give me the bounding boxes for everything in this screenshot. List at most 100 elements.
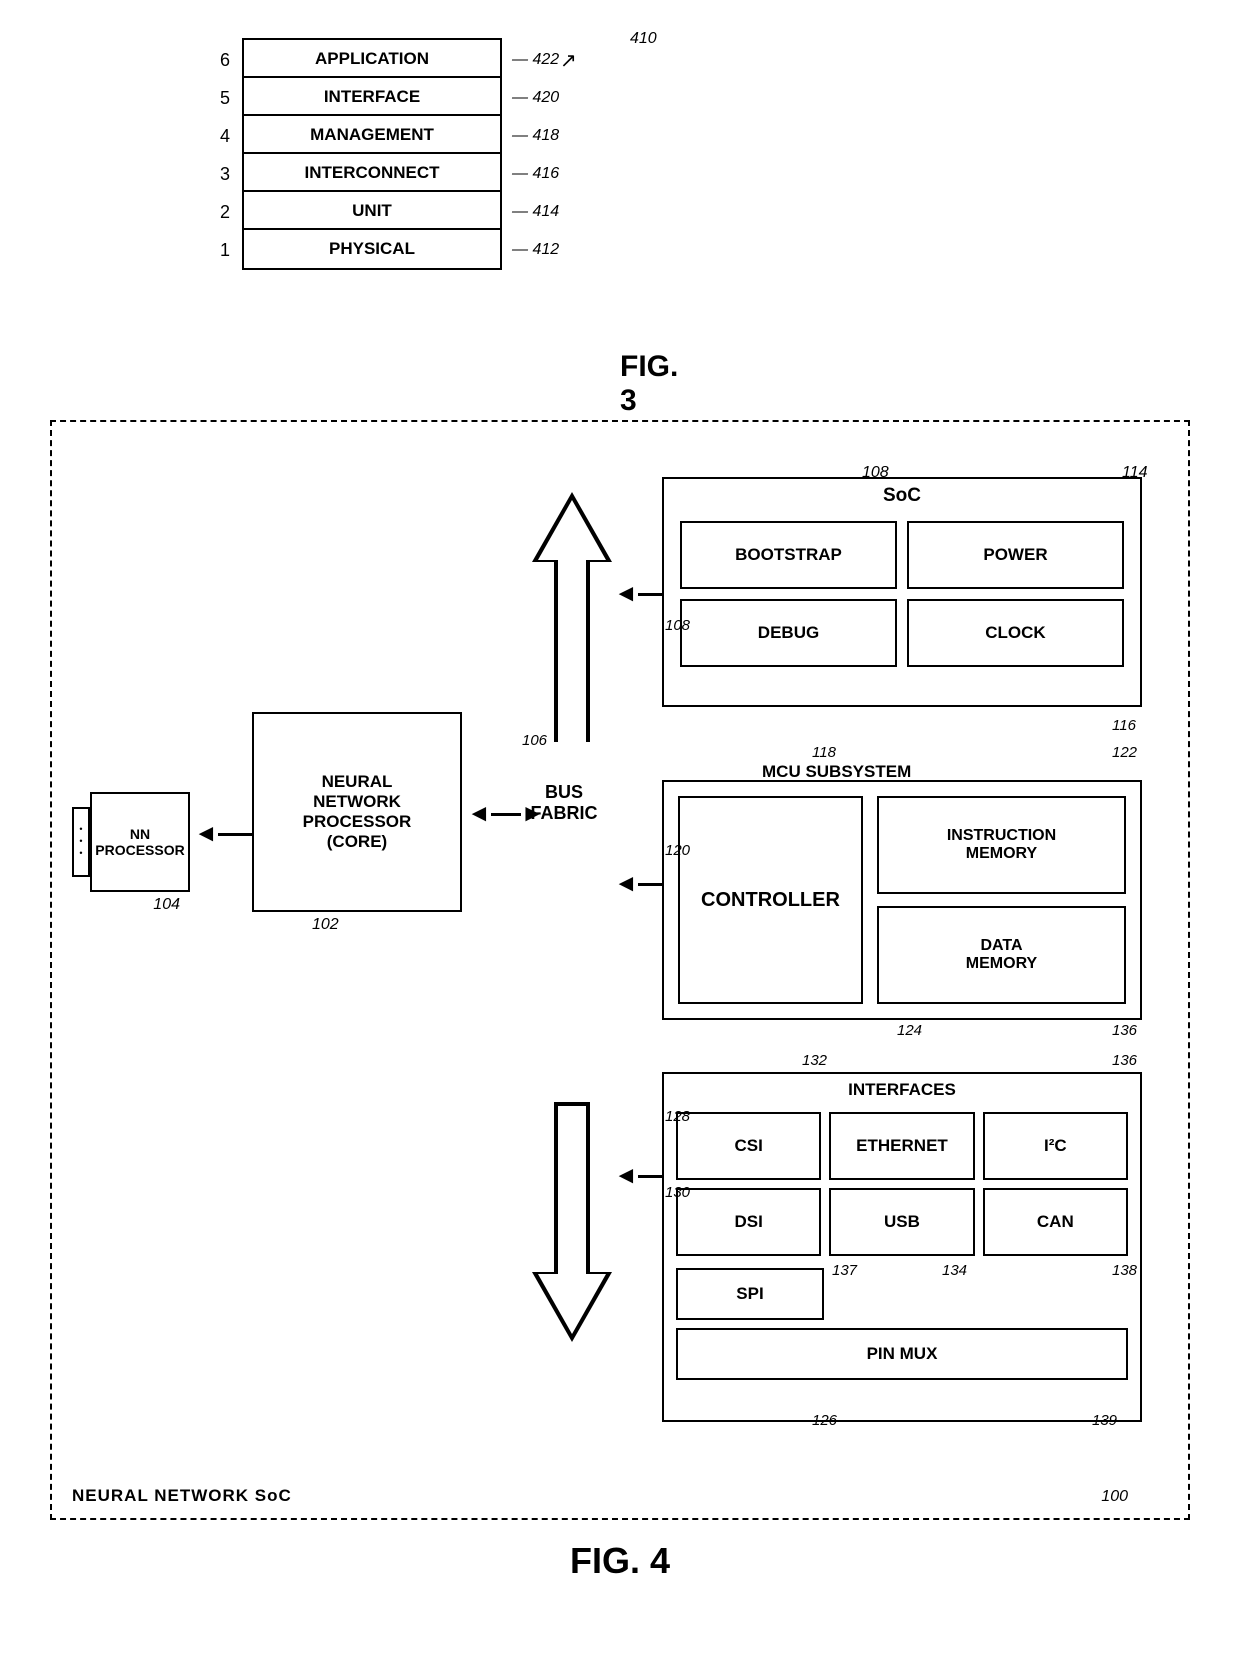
layer-row-5: 5 INTERFACE — 420 <box>200 78 620 118</box>
controller-box: CONTROLLER <box>678 796 863 1004</box>
ref-139: 139 <box>1092 1412 1117 1429</box>
layer-row-2: 2 UNIT — 414 <box>200 192 620 232</box>
layer-box-unit: UNIT <box>242 190 502 232</box>
ref-136: 136 <box>1112 1022 1137 1039</box>
layer-ref-416: — 416 <box>512 165 559 183</box>
ref-108: 108 <box>862 464 889 482</box>
arrow-line-5 <box>638 1175 663 1178</box>
layer-ref-422: — 422 <box>512 51 559 69</box>
soc-box: SoC BOOTSTRAP POWER DEBUG CLOCK <box>662 477 1142 707</box>
layer-box-application: APPLICATION <box>242 38 502 80</box>
layer-row-6: 6 APPLICATION — 422 <box>200 40 620 80</box>
interfaces-title: INTERFACES <box>664 1074 1140 1106</box>
layer-stack-wrapper: 6 APPLICATION — 422 5 INTERFACE — 420 4 … <box>200 40 620 270</box>
nn-processor-label: NNPROCESSOR <box>95 826 184 858</box>
layer-num-4: 4 <box>200 126 230 147</box>
spi-row: SPI <box>664 1268 1140 1320</box>
layer-ref-420: — 420 <box>512 89 559 107</box>
layer-row-3: 3 INTERCONNECT — 416 <box>200 154 620 194</box>
memory-col: INSTRUCTIONMEMORY DATAMEMORY <box>877 796 1126 1004</box>
arrow-line-4 <box>638 883 663 886</box>
left-arrow-icon5: ◄ <box>614 1162 638 1190</box>
layer-num-3: 3 <box>200 164 230 185</box>
data-memory-box: DATAMEMORY <box>877 906 1126 1004</box>
mcu-box: CONTROLLER INSTRUCTIONMEMORY DATAMEMORY <box>662 780 1142 1020</box>
spi-box: SPI <box>676 1268 824 1320</box>
left-arrow-icon: ◄ <box>194 820 218 848</box>
page: 410 ↗ 6 APPLICATION — 422 5 INTERFACE — … <box>0 0 1240 1659</box>
ref-132: 132 <box>802 1052 827 1069</box>
nn-processor-wrapper: ••• NNPROCESSOR <box>72 792 190 892</box>
neural-network-soc-box: NEURAL NETWORK SoC 100 ••• NNPROCESSOR 1… <box>50 420 1190 1520</box>
arrow-line-1 <box>218 833 253 836</box>
pin-mux-box: PIN MUX <box>676 1328 1128 1380</box>
layer-num-5: 5 <box>200 88 230 109</box>
arrow-line-2 <box>491 813 521 816</box>
fig3-ref410: 410 <box>630 30 657 48</box>
layer-row-1: 1 PHYSICAL — 412 <box>200 230 620 270</box>
ref-126: 126 <box>812 1412 837 1429</box>
nn-processor-box: NNPROCESSOR <box>90 792 190 892</box>
bus-arrow-up-svg <box>532 482 612 772</box>
fig3-title: FIG. 3 <box>620 350 700 418</box>
instruction-memory-box: INSTRUCTIONMEMORY <box>877 796 1126 894</box>
ref-128: 128 <box>665 1108 690 1125</box>
layer-box-interconnect: INTERCONNECT <box>242 152 502 194</box>
ref-118: 118 <box>812 744 836 761</box>
ref-114: 114 <box>1122 464 1148 482</box>
layer-ref-412: — 412 <box>512 241 559 259</box>
bus-fabric-label: BUSFABRIC <box>524 782 604 824</box>
layer-box-interface: INTERFACE <box>242 76 502 118</box>
nn-processor-group: ••• NNPROCESSOR 104 <box>72 792 190 914</box>
ref-136b: 136 <box>1112 1052 1137 1069</box>
connector-dots: ••• <box>79 824 82 859</box>
arrow-line-3 <box>638 593 663 596</box>
ref-137: 137 <box>832 1262 857 1279</box>
ethernet-box: ETHERNET <box>829 1112 974 1180</box>
left-arrow-icon2: ◄ <box>467 800 491 828</box>
soc-debug-box: DEBUG <box>680 599 897 667</box>
soc-power-box: POWER <box>907 521 1124 589</box>
fig4-diagram: NEURAL NETWORK SoC 100 ••• NNPROCESSOR 1… <box>30 420 1210 1582</box>
layer-box-management: MANAGEMENT <box>242 114 502 156</box>
nn-processor-connector: ••• <box>72 807 90 877</box>
ref-122: 122 <box>1112 744 1137 761</box>
layer-num-2: 2 <box>200 202 230 223</box>
fig4-title: FIG. 4 <box>30 1540 1210 1582</box>
soc-bootstrap-box: BOOTSTRAP <box>680 521 897 589</box>
ref-134: 134 <box>942 1262 967 1279</box>
can-box: CAN <box>983 1188 1128 1256</box>
usb-box: USB <box>829 1188 974 1256</box>
layer-box-physical: PHYSICAL <box>242 228 502 270</box>
layer-ref-418: — 418 <box>512 127 559 145</box>
ref-116: 116 <box>1112 717 1136 734</box>
nnp-core-label: NEURALNETWORKPROCESSOR(CORE) <box>303 772 412 852</box>
ref-130: 130 <box>665 1184 690 1201</box>
ref-138: 138 <box>1112 1262 1137 1279</box>
nnp-core-ref: 102 <box>312 916 339 934</box>
nnp-core-box: NEURALNETWORKPROCESSOR(CORE) <box>252 712 462 912</box>
nn-processor-ref: 104 <box>72 896 180 914</box>
interfaces-box: INTERFACES CSI ETHERNET I²C DSI USB CAN … <box>662 1072 1142 1422</box>
layer-row-4: 4 MANAGEMENT — 418 <box>200 116 620 156</box>
i2c-box: I²C <box>983 1112 1128 1180</box>
left-arrow-icon3: ◄ <box>614 580 638 608</box>
neural-network-soc-label: NEURAL NETWORK SoC <box>72 1486 292 1506</box>
ref-124: 124 <box>897 1022 922 1039</box>
soc-inner-grid: BOOTSTRAP POWER DEBUG CLOCK <box>664 513 1140 675</box>
pin-mux-row: PIN MUX <box>664 1328 1140 1380</box>
layer-num-1: 1 <box>200 240 230 261</box>
dsi-box: DSI <box>676 1188 821 1256</box>
ref-120: 120 <box>665 842 690 859</box>
soc-title: SoC <box>664 479 1140 513</box>
ref-108b: 108 <box>665 617 690 634</box>
interfaces-grid: CSI ETHERNET I²C DSI USB CAN <box>664 1106 1140 1262</box>
mcu-subsystem-title: MCU SUBSYSTEM <box>762 762 911 782</box>
left-arrow-icon4: ◄ <box>614 870 638 898</box>
bus-arrow-down-svg <box>532 1072 612 1362</box>
layer-num-6: 6 <box>200 50 230 71</box>
mcu-inner: CONTROLLER INSTRUCTIONMEMORY DATAMEMORY <box>664 782 1140 1018</box>
layer-ref-414: — 414 <box>512 203 559 221</box>
soc-clock-box: CLOCK <box>907 599 1124 667</box>
ref-100: 100 <box>1101 1488 1128 1506</box>
